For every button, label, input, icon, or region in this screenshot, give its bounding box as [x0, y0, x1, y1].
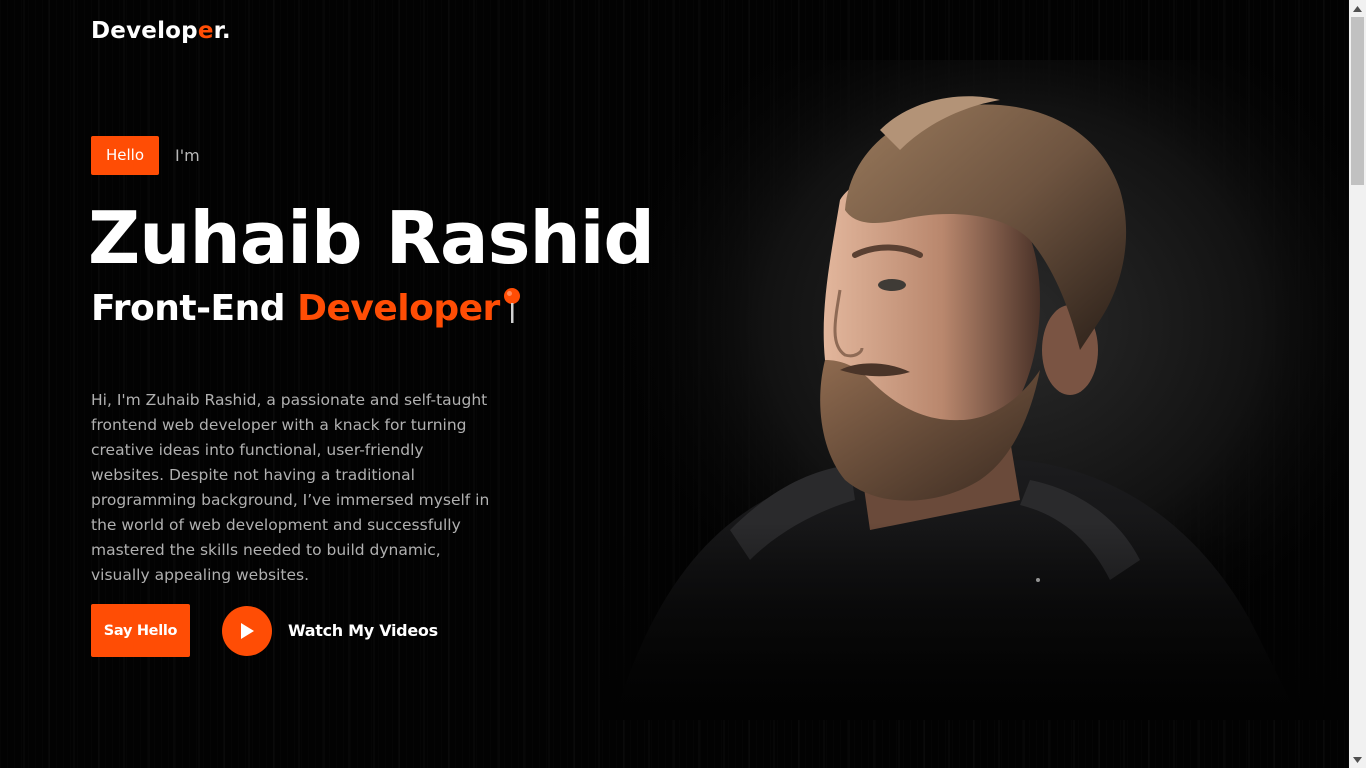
hero-name: Zuhaib Rashid: [88, 196, 655, 280]
logo-text-main: Develop: [91, 18, 198, 44]
watch-videos-label[interactable]: Watch My Videos: [288, 621, 438, 640]
greeting-row: Hello I'm: [91, 136, 200, 175]
hero-page: Developer. Hello I'm Zuhaib Rashid Front…: [0, 0, 1349, 768]
role-accent: Developer: [297, 288, 500, 329]
logo-text-tail: r.: [213, 18, 231, 44]
role-prefix: Front-End: [91, 288, 298, 329]
play-icon[interactable]: [222, 605, 272, 656]
say-hello-button[interactable]: Say Hello: [91, 604, 190, 657]
scroll-down-arrow-icon[interactable]: [1349, 751, 1366, 768]
hero-role: Front-End Developer: [91, 286, 522, 329]
pushpin-icon: [502, 286, 522, 326]
site-logo[interactable]: Developer.: [91, 18, 231, 44]
scroll-up-arrow-icon[interactable]: [1349, 0, 1366, 17]
logo-text-accent: e: [197, 18, 214, 44]
vertical-scrollbar[interactable]: [1349, 0, 1366, 768]
portrait-image: [600, 60, 1349, 720]
hero-bio: Hi, I'm Zuhaib Rashid, a passionate and …: [91, 390, 490, 584]
cta-row: Say Hello Watch My Videos: [91, 604, 438, 657]
im-label: I'm: [175, 146, 200, 165]
hello-badge: Hello: [91, 136, 160, 175]
scrollbar-thumb[interactable]: [1351, 17, 1364, 185]
watch-videos-link[interactable]: Watch My Videos: [222, 605, 438, 656]
